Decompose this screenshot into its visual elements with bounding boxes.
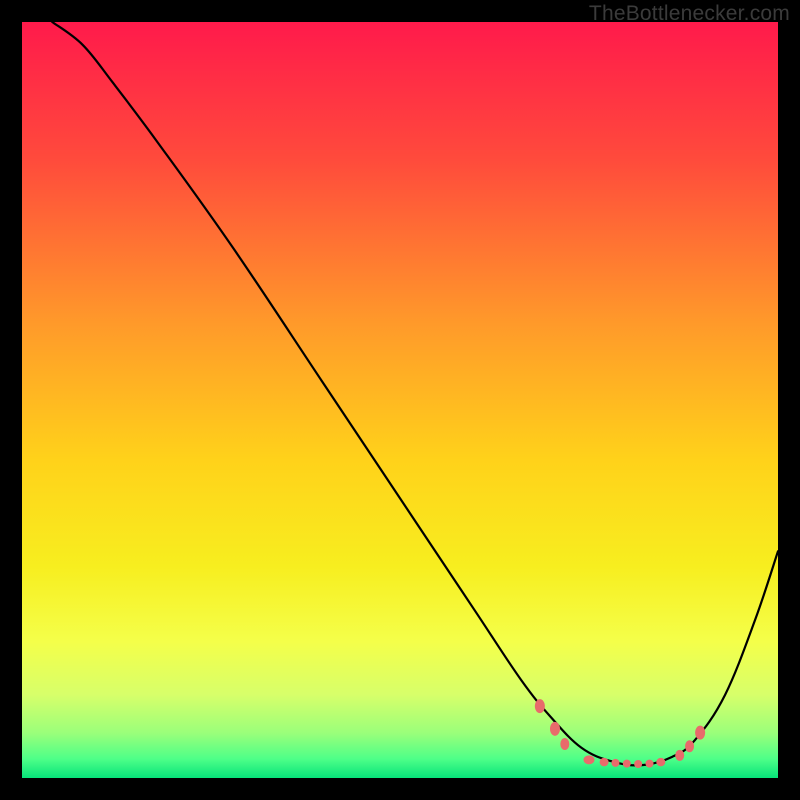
marker-dot [685, 740, 694, 752]
marker-dot [600, 758, 609, 766]
marker-dot [645, 760, 653, 768]
marker-dot [560, 738, 569, 750]
watermark-text: TheBottlenecker.com [589, 2, 790, 26]
gradient-background [22, 22, 778, 778]
bottleneck-chart [22, 22, 778, 778]
marker-dot [675, 750, 684, 761]
marker-dot [623, 760, 631, 768]
marker-dot [634, 760, 642, 768]
marker-dot [584, 755, 595, 764]
marker-dot [695, 726, 705, 740]
marker-dot [611, 759, 619, 767]
marker-dot [535, 699, 545, 713]
marker-dot [656, 758, 665, 766]
marker-dot [550, 722, 560, 736]
